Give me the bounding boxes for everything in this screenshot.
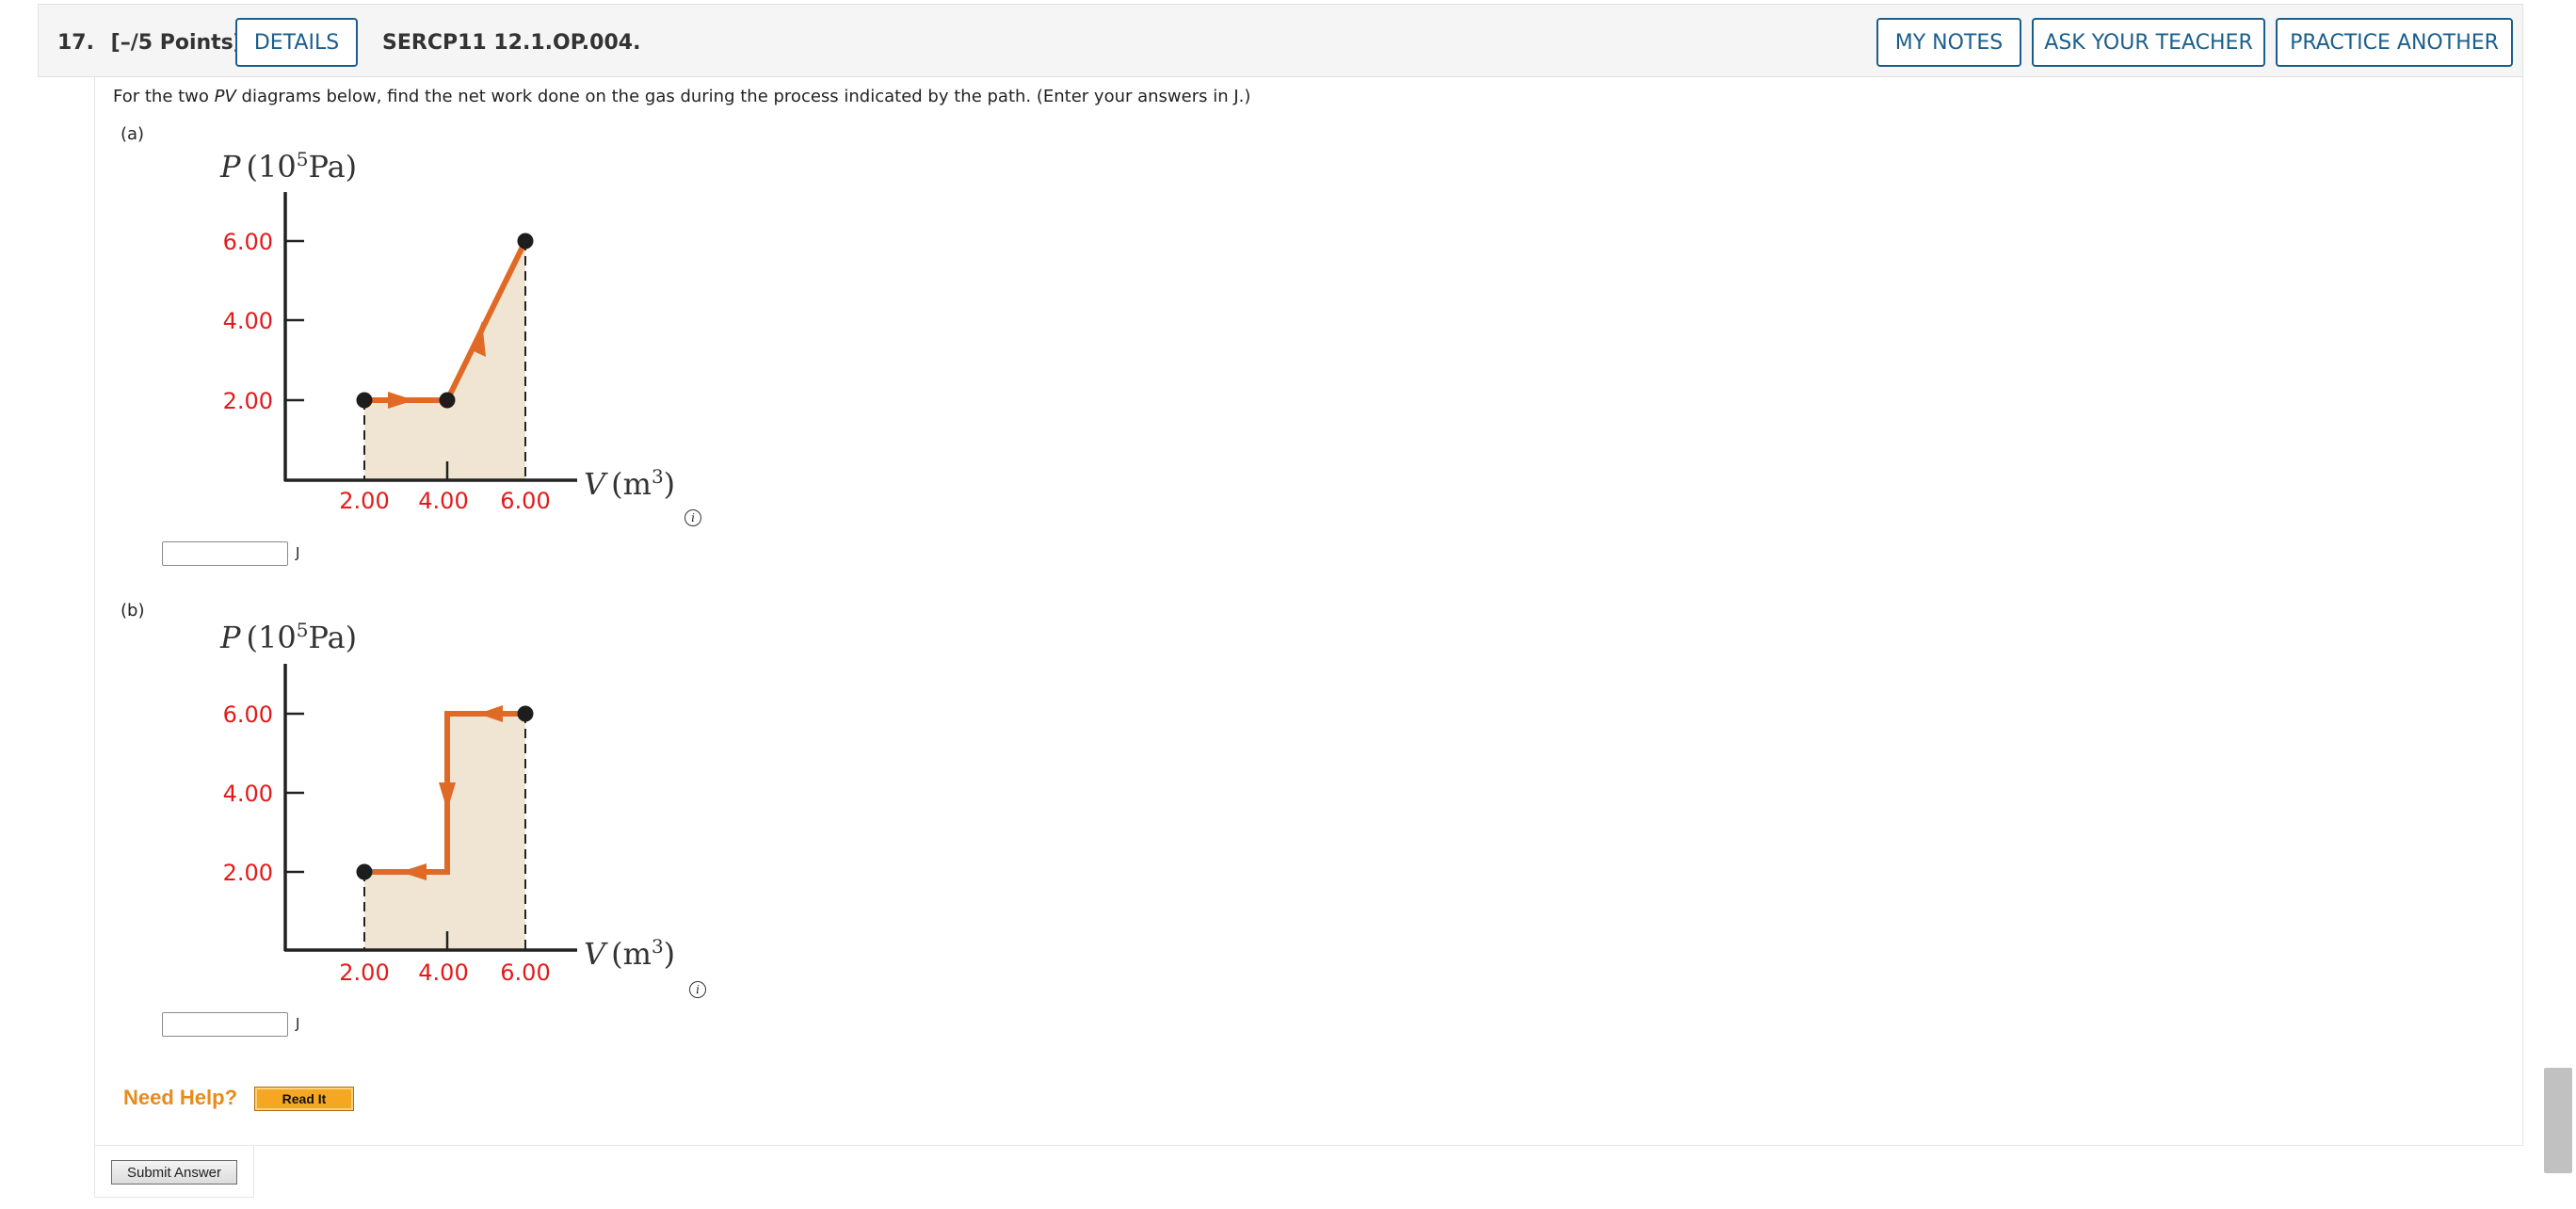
prompt-pv-emphasis: PV	[214, 87, 236, 106]
state-point	[356, 392, 373, 409]
answer-input-a[interactable]	[162, 541, 288, 566]
question-number: 17. [–/5 Points]	[57, 31, 243, 55]
question-prompt: For the two PV diagrams below, find the …	[113, 87, 1250, 106]
answer-input-b[interactable]	[162, 1012, 288, 1037]
x-tick-label-6: 6.00	[500, 488, 550, 514]
y-tick-label-4: 4.00	[223, 781, 273, 807]
x-tick-label-4: 4.00	[418, 488, 468, 514]
question-code: SERCP11 12.1.OP.004.	[382, 31, 641, 55]
y-tick-label-4: 4.00	[223, 308, 273, 334]
my-notes-button[interactable]: MY NOTES	[1876, 18, 2021, 67]
y-tick-label-2: 2.00	[223, 388, 273, 414]
x-tick-label-6: 6.00	[500, 959, 550, 986]
figure-info-icon[interactable]: i	[689, 981, 706, 998]
x-axis-title: V (m3)	[584, 465, 675, 502]
read-it-button[interactable]: Read It	[254, 1087, 354, 1111]
x-tick-label-2: 2.00	[339, 959, 389, 986]
pv-diagram-b: P (105Pa) 6.00 4.00 2.00 2.00 4.00 6.00 V…	[219, 619, 675, 986]
y-tick-label-2: 2.00	[223, 860, 273, 886]
answer-unit-b: J	[296, 1015, 300, 1032]
part-a-label: (a)	[121, 124, 145, 144]
scrollbar-thumb[interactable]	[2544, 1068, 2572, 1173]
part-b-label: (b)	[121, 601, 145, 621]
prompt-text-start: For the two	[113, 87, 215, 106]
y-axis-title: P (105Pa)	[219, 148, 357, 185]
practice-another-button[interactable]: PRACTICE ANOTHER	[2276, 18, 2513, 67]
y-tick-label-6: 6.00	[223, 229, 273, 255]
figure-info-icon[interactable]: i	[684, 509, 701, 526]
y-tick-label-6: 6.00	[223, 701, 273, 728]
state-point	[517, 705, 534, 722]
work-area-shading	[364, 241, 525, 480]
x-tick-label-2: 2.00	[339, 488, 389, 514]
y-axis-title: P (105Pa)	[219, 619, 357, 655]
question-number-text: 17.	[57, 31, 94, 55]
x-axis-title: V (m3)	[584, 935, 675, 972]
points-label: [–/5 Points]	[110, 31, 243, 55]
state-point	[356, 863, 373, 880]
state-point	[517, 233, 534, 250]
submit-answer-button[interactable]: Submit Answer	[111, 1160, 237, 1185]
ask-your-teacher-button[interactable]: ASK YOUR TEACHER	[2032, 18, 2265, 67]
x-tick-label-4: 4.00	[418, 959, 468, 986]
details-button[interactable]: DETAILS	[235, 18, 358, 67]
answer-unit-a: J	[296, 544, 300, 561]
pv-diagram-a: P (105Pa) 6.00 4.00 2.00 2.00 4.00 6.00 V…	[219, 148, 675, 514]
question-header: 17. [–/5 Points] DETAILS SERCP11 12.1.OP…	[38, 4, 2523, 77]
prompt-text-end: diagrams below, find the net work done o…	[235, 87, 1251, 106]
state-point	[439, 392, 456, 409]
need-help-label: Need Help?	[123, 1086, 238, 1109]
